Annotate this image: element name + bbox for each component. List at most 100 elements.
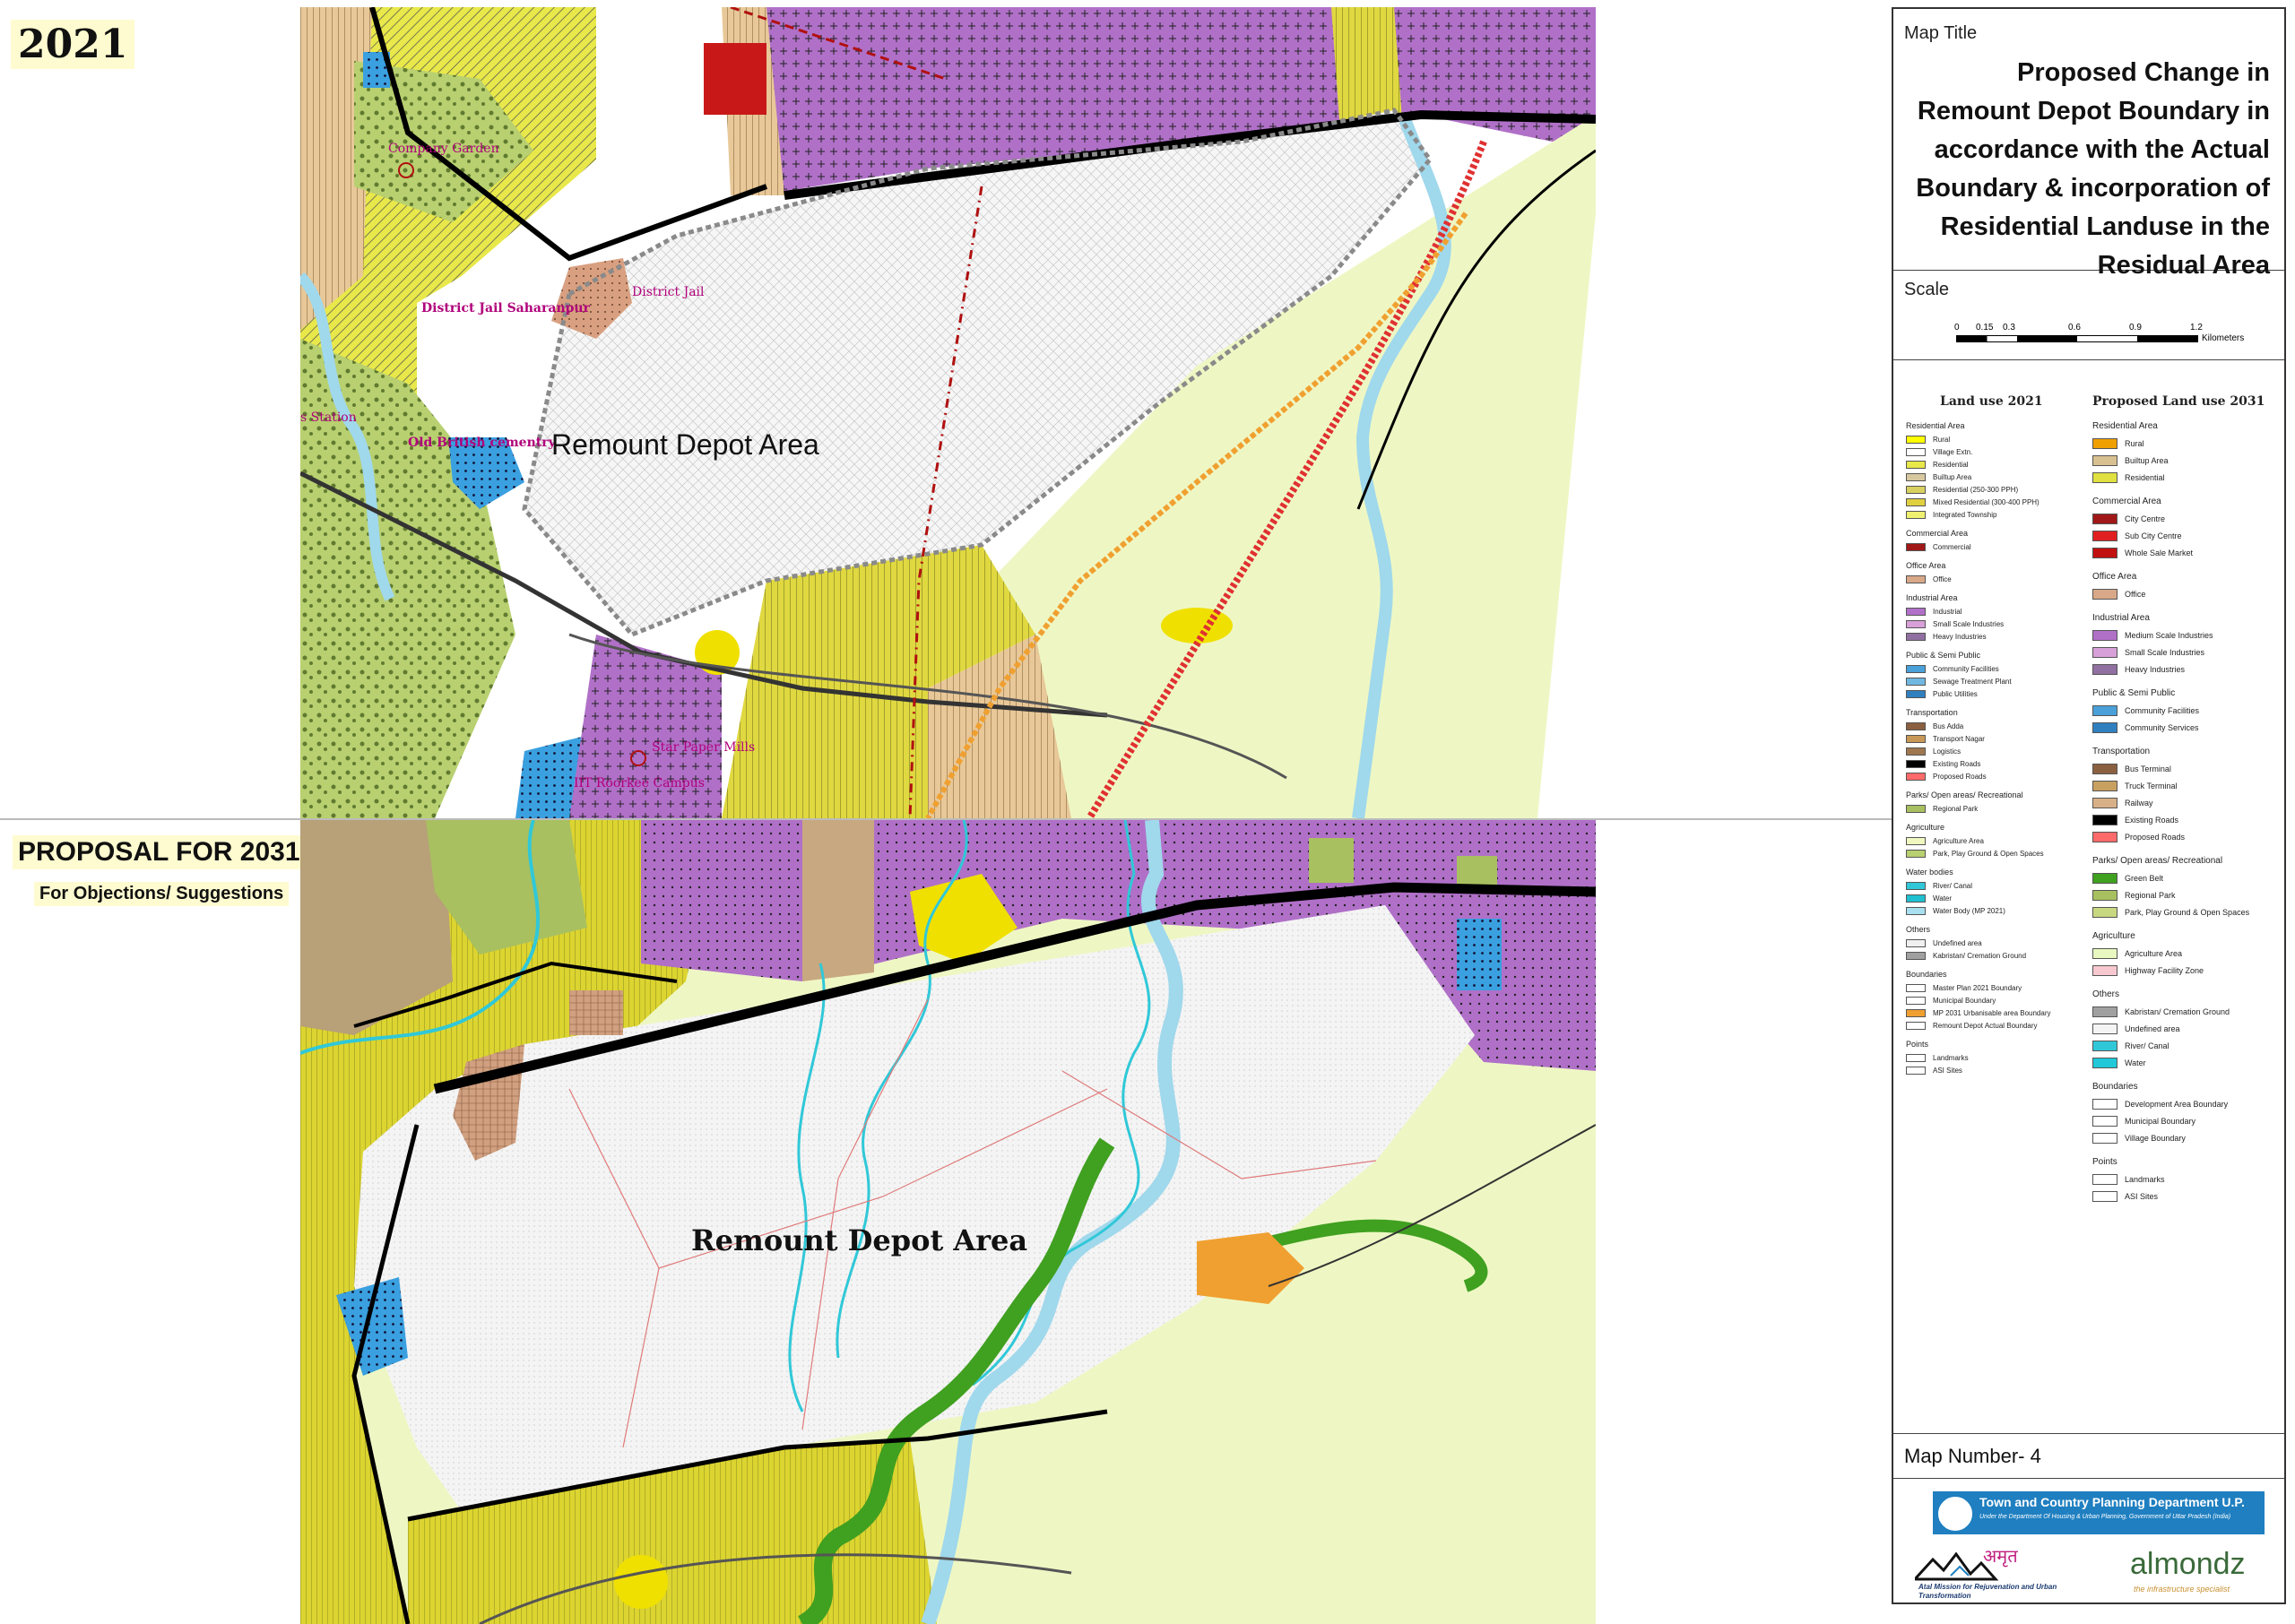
map-title-label: Map Title bbox=[1904, 23, 1978, 43]
legend-swatch bbox=[1906, 836, 1926, 845]
legend-item: Green Belt bbox=[2092, 871, 2281, 885]
map-title: Proposed Change in Remount Depot Boundar… bbox=[1916, 58, 2270, 280]
legend-swatch bbox=[2092, 1190, 2117, 1202]
legend-swatch bbox=[2092, 964, 2117, 976]
legend-item-label: Development Area Boundary bbox=[2125, 1099, 2229, 1109]
legend-item-label: Small Scale Industries bbox=[2125, 647, 2205, 657]
legend-2021: Land use 2021 Residential Area Rural Villa… bbox=[1906, 394, 2076, 1077]
legend-item: Whole Sale Market bbox=[2092, 546, 2281, 559]
legend-group-heading: Others bbox=[2092, 989, 2120, 999]
label-remount-depot-2031: Remount Depot Area bbox=[691, 1223, 1028, 1257]
label-star-paper-mills: Star Paper Mills bbox=[652, 740, 756, 755]
org-banner-sub: Under the Department Of Housing & Urban … bbox=[1979, 1514, 2231, 1520]
label-company-garden: Company Garden bbox=[388, 142, 499, 156]
legend-swatch bbox=[2092, 947, 2117, 959]
scale-tick-1: 0.15 bbox=[1976, 323, 1994, 333]
legend-item: Proposed Roads bbox=[2092, 830, 2281, 843]
legend-swatch bbox=[1906, 849, 1926, 858]
legend-item: Municipal Boundary bbox=[1906, 995, 2076, 1006]
legend-group-heading: Office Area bbox=[2092, 572, 2137, 582]
legend-swatch bbox=[1906, 497, 1926, 506]
legend-2021-heading: Land use 2021 bbox=[1940, 394, 2043, 409]
up-emblem-icon bbox=[1936, 1495, 1974, 1533]
legend-item-label: Builtup Area bbox=[1933, 472, 1972, 481]
legend-swatch bbox=[1906, 485, 1926, 494]
legend-item: City Centre bbox=[2092, 512, 2281, 525]
legend-item: Community Facilities bbox=[2092, 704, 2281, 717]
legend-swatch bbox=[1906, 1053, 1926, 1062]
scale-unit: Kilometers bbox=[2202, 333, 2245, 343]
legend-2031-heading: Proposed Land use 2031 bbox=[2092, 394, 2265, 409]
legend-item: Master Plan 2021 Boundary bbox=[1906, 982, 2076, 993]
legend-swatch bbox=[1906, 619, 1926, 628]
legend-item: Community Services bbox=[2092, 721, 2281, 734]
legend-item-label: Agriculture Area bbox=[2125, 948, 2183, 958]
scale-bar bbox=[1956, 335, 2198, 342]
legend-group-heading: Points bbox=[2092, 1157, 2117, 1167]
legend-swatch bbox=[2092, 471, 2117, 483]
legend-section: Land use 2021 Residential Area Rural Villa… bbox=[1893, 360, 2284, 1434]
legend-swatch bbox=[2092, 588, 2117, 600]
legend-item-label: Small Scale Industries bbox=[1933, 619, 2005, 628]
legend-group-heading: Office Area bbox=[1906, 561, 1946, 570]
legend-item: Municipal Boundary bbox=[2092, 1114, 2281, 1127]
legend-swatch bbox=[2092, 831, 2117, 842]
legend-swatch bbox=[2092, 721, 2117, 733]
legend-item: Regional Park bbox=[2092, 888, 2281, 902]
legend-item-label: Medium Scale Industries bbox=[2125, 630, 2213, 640]
legend-swatch bbox=[2092, 1006, 2117, 1017]
legend-item: ASI Sites bbox=[1906, 1065, 2076, 1075]
legend-item-label: Community Facilities bbox=[2125, 705, 2200, 715]
proposed-landuse-map-2031[interactable]: Remount Depot Area bbox=[300, 820, 1596, 1624]
legend-item-label: Municipal Boundary bbox=[2125, 1116, 2196, 1126]
legend-item: Office bbox=[1906, 574, 2076, 584]
legend-item-label: Residential bbox=[2125, 472, 2165, 482]
legend-item-label: Kabristan/ Cremation Ground bbox=[1933, 951, 2027, 960]
legend-item: Integrated Township bbox=[1906, 509, 2076, 520]
legend-item-label: Commercial bbox=[1933, 542, 1971, 551]
legend-item: Transport Nagar bbox=[1906, 733, 2076, 744]
amrut-text: Atal Mission for Rejuvenation and Urban … bbox=[1918, 1583, 2057, 1600]
legend-item: Sewage Treatment Plant bbox=[1906, 676, 2076, 687]
legend-item: Medium Scale Industries bbox=[2092, 628, 2281, 642]
legend-item: Community Facilities bbox=[1906, 663, 2076, 674]
legend-item-label: Community Facilities bbox=[1933, 664, 1999, 673]
legend-swatch bbox=[2092, 872, 2117, 884]
legend-swatch bbox=[2092, 1057, 2117, 1068]
legend-swatch bbox=[2092, 1098, 2117, 1110]
legend-item: Bus Adda bbox=[1906, 721, 2076, 731]
legend-item: Agriculture Area bbox=[1906, 835, 2076, 846]
legend-group-heading: Parks/ Open areas/ Recreational bbox=[2092, 856, 2223, 866]
legend-item-label: Bus Terminal bbox=[2125, 764, 2171, 773]
legend-item: ASI Sites bbox=[2092, 1189, 2281, 1203]
legend-item: Rural bbox=[2092, 436, 2281, 450]
legend-item: MP 2031 Urbanisable area Boundary bbox=[1906, 1007, 2076, 1018]
legend-swatch bbox=[1906, 664, 1926, 673]
legend-item: Bus Terminal bbox=[2092, 762, 2281, 775]
legend-swatch bbox=[2092, 704, 2117, 716]
legend-swatch bbox=[1906, 510, 1926, 519]
legend-item: Public Utilities bbox=[1906, 688, 2076, 699]
legend-2031: Proposed Land use 2031 Residential Area R… bbox=[2092, 394, 2281, 1206]
legend-item-label: Mixed Residential (300-400 PPH) bbox=[1933, 497, 2040, 506]
legend-item-label: Regional Park bbox=[1933, 804, 1979, 813]
legend-item-label: Transport Nagar bbox=[1933, 734, 1985, 743]
legend-item-label: Proposed Roads bbox=[2125, 832, 2186, 842]
legend-item-label: River/ Canal bbox=[2125, 1041, 2169, 1050]
legend-item: Development Area Boundary bbox=[2092, 1097, 2281, 1110]
legend-item-label: Landmarks bbox=[1933, 1053, 1969, 1062]
legend-swatch bbox=[2092, 663, 2117, 675]
legend-item: Undefined area bbox=[2092, 1022, 2281, 1035]
title-section: Map Title Proposed Change in Remount Dep… bbox=[1893, 9, 2284, 280]
legend-swatch bbox=[1906, 951, 1926, 960]
legend-swatch bbox=[1906, 759, 1926, 768]
legend-swatch bbox=[1906, 721, 1926, 730]
landuse-map-2021[interactable]: Company Garden District Jail District Ja… bbox=[300, 7, 1596, 818]
legend-item: Builtup Area bbox=[2092, 454, 2281, 467]
legend-item-label: Residential bbox=[1933, 460, 1969, 469]
legend-swatch bbox=[2092, 906, 2117, 918]
legend-item-label: Office bbox=[2125, 589, 2146, 599]
legend-swatch bbox=[1906, 983, 1926, 992]
legend-item: Village Extn. bbox=[1906, 446, 2076, 457]
legend-item-label: River/ Canal bbox=[1933, 881, 1973, 890]
